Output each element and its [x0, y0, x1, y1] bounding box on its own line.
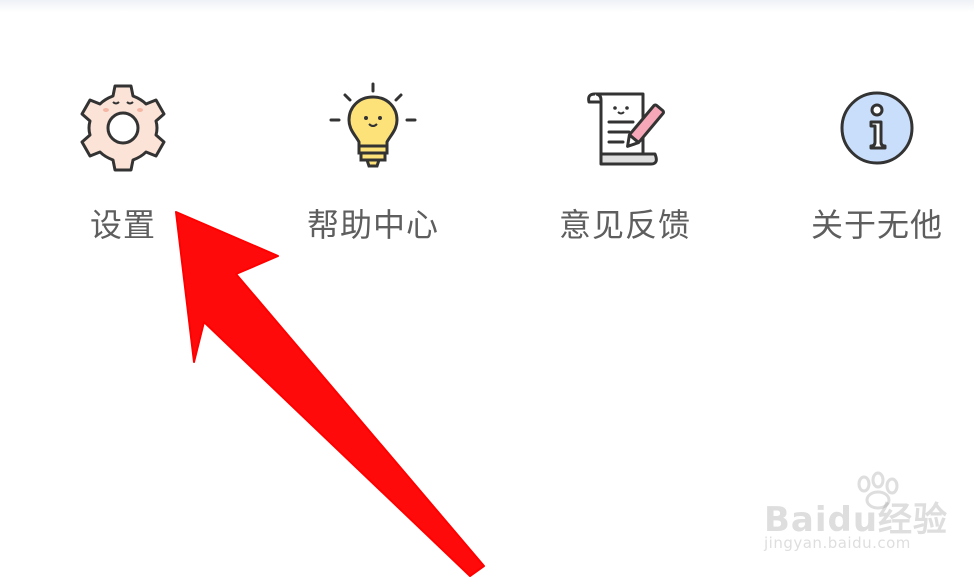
settings-button[interactable]: 设置 [3, 70, 243, 250]
feedback-button[interactable]: 意见反馈 [505, 70, 745, 250]
about-label: 关于无他 [810, 206, 943, 244]
settings-label: 设置 [89, 206, 156, 244]
top-bar [0, 0, 974, 12]
help-center-label: 帮助中心 [306, 206, 439, 244]
watermark: Baidu经验 jingyan.baidu.com [764, 470, 954, 560]
info-icon [827, 78, 927, 178]
feedback-scroll-icon [575, 78, 675, 178]
watermark-url: jingyan.baidu.com [764, 534, 911, 552]
feedback-label: 意见反馈 [558, 206, 691, 244]
help-center-button[interactable]: 帮助中心 [253, 70, 493, 250]
gear-icon [73, 78, 173, 178]
service-menu: 设置 帮助中心 意见反馈 关于无他 [0, 70, 974, 260]
lightbulb-icon [323, 78, 423, 178]
about-button[interactable]: 关于无他 [757, 70, 974, 250]
